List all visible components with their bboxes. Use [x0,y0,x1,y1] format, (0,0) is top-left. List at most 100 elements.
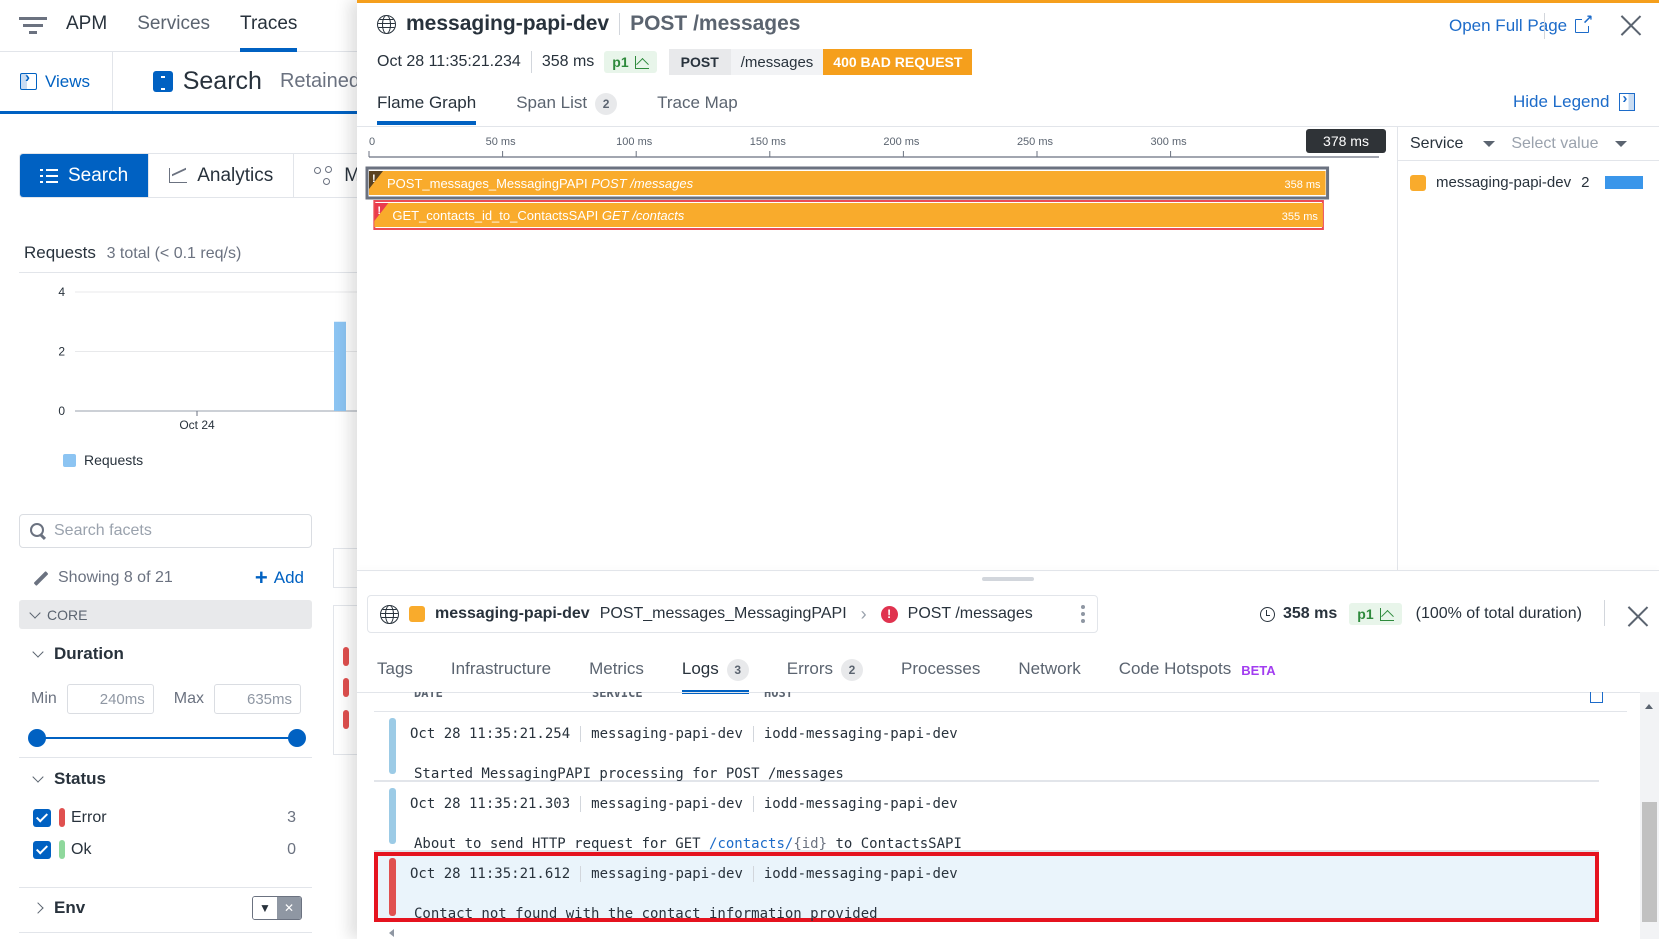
column-date[interactable]: DATE [414,692,443,700]
duration-min-input[interactable] [66,684,154,714]
scrollbar-thumb[interactable] [1642,802,1657,922]
caret-down-icon[interactable] [1483,140,1496,147]
search-facets-input[interactable] [54,522,294,540]
pencil-icon[interactable] [34,571,48,585]
error-status-bar [343,647,349,666]
latency-distribution-icon [634,55,649,69]
core-section-toggle[interactable]: CORE [19,600,312,629]
export-icon[interactable] [1590,692,1603,703]
tab-flame-graph[interactable]: Flame Graph [377,89,477,125]
error-checkbox[interactable] [33,808,51,827]
span-breadcrumb: messaging-papi-dev POST_messages_Messagi… [367,595,1098,633]
resource-name: POST /messages [630,12,801,35]
logs-scrollbar[interactable] [1640,692,1659,939]
percentile-badge[interactable]: p1 [604,51,657,73]
clear-icon[interactable]: ✕ [277,897,301,919]
flame-span[interactable]: ! POST_messages_MessagingPAPI POST /messa… [365,166,1330,200]
plus-icon: + [254,565,268,590]
views-label: Views [45,71,91,91]
divider [1544,13,1545,39]
tab-search[interactable]: Search [20,154,150,197]
add-facet-button[interactable]: + Add [255,567,304,589]
duration-facet-toggle[interactable]: Duration [32,644,124,664]
slider-track [36,737,298,739]
ok-checkbox[interactable] [33,840,51,859]
tab-analytics[interactable]: Analytics [149,154,295,197]
group-by-select[interactable]: Service [1410,135,1463,153]
tab-tags[interactable]: Tags [377,655,413,693]
tab-label: Infrastructure [450,659,552,678]
search-heading: Search Retained [152,67,360,96]
nav-traces[interactable]: Traces [240,0,298,52]
log-row[interactable]: Oct 28 11:35:21.303 messaging-papi-dev i… [374,782,1599,852]
error-status-bar [343,710,349,729]
tab-infrastructure[interactable]: Infrastructure [451,655,551,693]
caret-down-icon[interactable] [1614,140,1627,147]
env-filter-actions: ▼ ✕ [252,896,302,920]
search-icon [30,523,46,539]
retained-label[interactable]: Retained [280,70,360,93]
env-facet-toggle[interactable]: Env ▼ ✕ [32,896,302,920]
log-level-bar [389,718,396,774]
tab-trace-map[interactable]: Trace Map [657,89,738,124]
scroll-up-arrow[interactable] [1645,704,1653,709]
tab-errors[interactable]: Errors 2 [787,655,864,693]
hide-legend-button[interactable]: Hide Legend [1513,90,1636,112]
status-option-error[interactable]: Error 3 [33,808,296,827]
service-color-swatch [409,606,425,622]
slider-max-handle[interactable] [288,729,306,747]
filter-icon[interactable]: ▼ [253,897,277,919]
beta-badge: BETA [1241,663,1276,678]
column-host[interactable]: HOST [764,692,793,700]
legend-row[interactable]: messaging-papi-dev 2 [1398,161,1659,191]
slider-min-handle[interactable] [28,729,46,747]
legend-share-bar [1605,176,1644,189]
views-panel-icon [20,69,37,90]
column-service[interactable]: SERVICE [592,692,643,700]
flame-graph[interactable]: 0 50 ms 100 ms 150 ms 200 ms 250 ms 300 ms 378 … [357,126,1397,571]
log-message-link[interactable]: /contacts/ [709,836,793,852]
duration-slider[interactable] [28,728,306,748]
percentile-badge[interactable]: p1 [1349,603,1402,625]
tab-network[interactable]: Network [1018,655,1080,693]
percentile-label: p1 [612,54,629,70]
separator [580,796,582,812]
log-row[interactable]: Oct 28 11:35:21.254 messaging-papi-dev i… [374,712,1599,782]
requests-header: Requests 3 total (< 0.1 req/s) [24,243,241,263]
scroll-left-arrow[interactable] [389,929,394,937]
log-row-selected[interactable]: Oct 28 11:35:21.612 messaging-papi-dev i… [374,852,1599,922]
open-full-page-link[interactable]: Open Full Page [1449,13,1594,36]
divider [357,570,1659,571]
flame-graph-svg[interactable]: 0 50 ms 100 ms 150 ms 200 ms 250 ms 300 ms 378 … [357,127,1397,572]
close-panel-button[interactable] [1620,14,1642,36]
select-value-dropdown[interactable]: Select value [1511,135,1598,153]
flame-span[interactable]: ! GET_contacts_id_to_ContactsSAPI GET /co… [373,200,1324,230]
close-span-detail-button[interactable] [1627,605,1649,627]
status-option-ok[interactable]: Ok 0 [33,840,296,859]
http-status-badge: 400 BAD REQUEST [823,49,973,75]
menu-icon[interactable] [18,17,48,34]
tab-metrics[interactable]: Metrics [589,655,644,693]
axis-tick-label: 300 ms [1151,136,1188,148]
views-button[interactable]: Views [0,52,113,111]
service-name[interactable]: messaging-papi-dev [406,12,609,36]
tab-processes[interactable]: Processes [901,655,980,693]
tab-span-list[interactable]: Span List 2 [516,89,618,124]
log-level-bar [389,858,396,916]
requests-label: Requests [24,243,96,262]
duration-max-input[interactable] [214,684,302,714]
divider [19,932,312,933]
facets-search[interactable] [19,514,312,548]
more-options-icon[interactable] [1081,605,1085,623]
span-service[interactable]: messaging-papi-dev [435,605,590,623]
open-full-page-label: Open Full Page [1449,16,1568,35]
divider [19,887,312,888]
status-facet-toggle[interactable]: Status [32,769,106,789]
tab-code-hotspots[interactable]: Code Hotspots BETA [1119,655,1276,693]
tab-logs[interactable]: Logs 3 [681,655,749,694]
resize-handle[interactable] [982,577,1034,581]
http-path: /messages [730,49,824,75]
core-label: CORE [47,606,88,623]
nav-apm[interactable]: APM [66,0,107,52]
nav-services[interactable]: Services [137,0,210,52]
